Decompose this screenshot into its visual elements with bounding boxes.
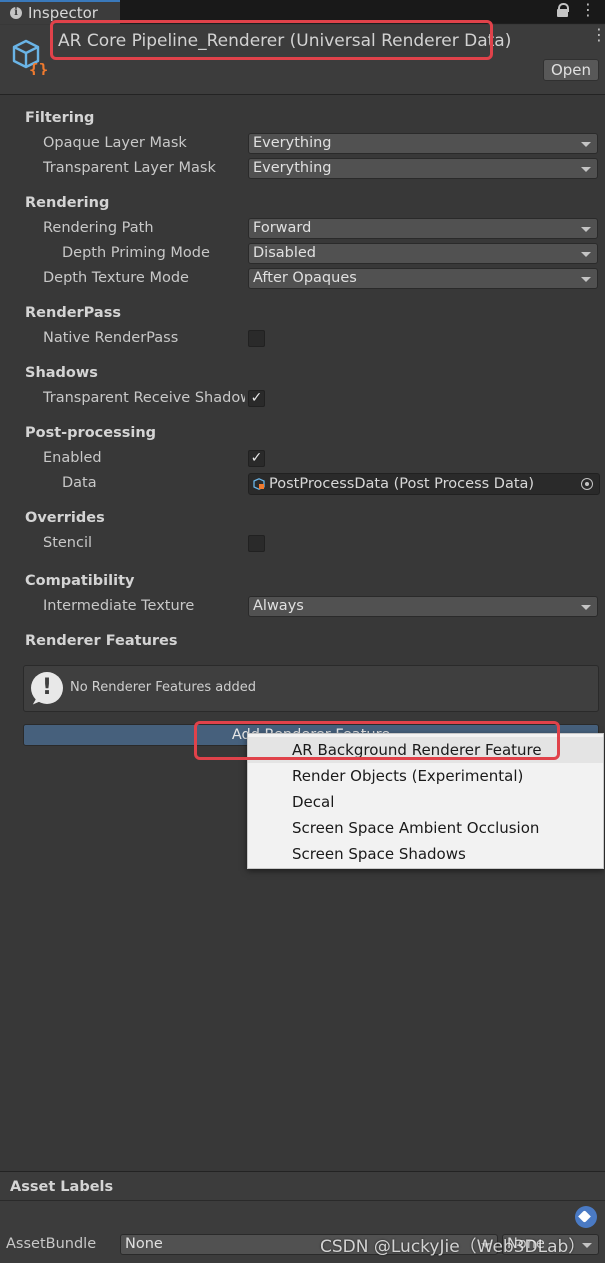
section-rendering-title: Rendering (25, 195, 110, 211)
more-menu-icon[interactable]: ⋮ (580, 2, 596, 18)
depth-texture-mode-value: After Opaques (253, 270, 357, 286)
dropdown-arrow-icon (581, 605, 591, 610)
section-compatibility-title: Compatibility (25, 573, 135, 589)
depth-priming-mode-value: Disabled (253, 245, 316, 261)
stencil-label: Stencil (43, 535, 93, 551)
warning-icon: ! (31, 672, 63, 704)
dropdown-arrow-icon (581, 167, 591, 172)
label-tag-icon[interactable] (575, 1206, 597, 1228)
assetbundle-value: None (125, 1236, 163, 1252)
no-features-helpbox: ! No Renderer Features added (23, 665, 599, 712)
dropdown-arrow-icon (581, 227, 591, 232)
menu-item-ar-background-renderer-feature[interactable]: AR Background Renderer Feature (248, 737, 603, 763)
intermediate-texture-value: Always (253, 598, 304, 614)
open-button[interactable]: Open (543, 59, 599, 81)
depth-priming-mode-dropdown[interactable]: Disabled (248, 243, 598, 264)
opaque-layer-mask-value: Everything (253, 135, 332, 151)
object-picker-icon[interactable] (581, 478, 593, 490)
postprocessing-data-field[interactable]: PostProcessData (Post Process Data) (248, 473, 600, 495)
transparent-receive-shadows-checkbox[interactable]: ✓ (248, 390, 265, 407)
dropdown-arrow-icon (581, 252, 591, 257)
info-icon: i (10, 7, 22, 19)
asset-labels-title: Asset Labels (10, 1179, 114, 1195)
intermediate-texture-dropdown[interactable]: Always (248, 596, 598, 617)
rendering-path-label: Rendering Path (43, 220, 154, 236)
menu-item-render-objects[interactable]: Render Objects (Experimental) (248, 763, 603, 789)
menu-item-decal[interactable]: Decal (248, 789, 603, 815)
section-overrides-title: Overrides (25, 510, 105, 526)
tab-inspector[interactable]: i Inspector (0, 0, 120, 24)
assetbundle-label: AssetBundle (6, 1236, 97, 1252)
divider (0, 1200, 605, 1201)
opaque-layer-mask-label: Opaque Layer Mask (43, 135, 187, 151)
scriptable-object-icon (253, 478, 265, 490)
native-renderpass-label: Native RenderPass (43, 330, 179, 346)
section-shadows-title: Shadows (25, 365, 98, 381)
transparent-receive-shadows-label: Transparent Receive Shadows (43, 390, 245, 406)
section-postprocessing-title: Post-processing (25, 425, 157, 441)
opaque-layer-mask-dropdown[interactable]: Everything (248, 133, 598, 154)
no-features-message: No Renderer Features added (70, 680, 257, 695)
postprocessing-data-label: Data (62, 475, 97, 491)
transparent-layer-mask-value: Everything (253, 160, 332, 176)
native-renderpass-checkbox[interactable] (248, 330, 265, 347)
section-renderer-features-title: Renderer Features (25, 633, 178, 649)
menu-item-screen-space-shadows[interactable]: Screen Space Shadows (248, 841, 603, 867)
svg-text:{}: {} (29, 60, 48, 75)
inspector-header: {} AR Core Pipeline_Renderer (Universal … (0, 25, 605, 95)
postprocessing-enabled-checkbox[interactable]: ✓ (248, 450, 265, 467)
postprocessing-enabled-label: Enabled (43, 450, 102, 466)
section-filtering-title: Filtering (25, 110, 95, 126)
intermediate-texture-label: Intermediate Texture (43, 598, 195, 614)
tab-inspector-label: Inspector (28, 4, 98, 22)
add-feature-popup-menu: AR Background Renderer Feature Render Ob… (247, 733, 604, 869)
menu-item-ssao[interactable]: Screen Space Ambient Occlusion (248, 815, 603, 841)
dropdown-arrow-icon (581, 142, 591, 147)
window-tab-bar: i Inspector ⋮ (0, 0, 605, 24)
rendering-path-value: Forward (253, 220, 312, 236)
asset-title: AR Core Pipeline_Renderer (Universal Ren… (58, 31, 512, 51)
section-renderpass-title: RenderPass (25, 305, 121, 321)
lock-icon[interactable] (557, 3, 569, 17)
rendering-path-dropdown[interactable]: Forward (248, 218, 598, 239)
dropdown-arrow-icon (581, 277, 591, 282)
postprocessing-data-value: PostProcessData (Post Process Data) (269, 476, 535, 492)
watermark-text: CSDN @LuckyJie（Web3DLab） (320, 1237, 586, 1257)
header-more-icon[interactable]: ⋮ (591, 27, 605, 43)
renderer-data-asset-icon: {} (12, 39, 48, 75)
depth-texture-mode-label: Depth Texture Mode (43, 270, 189, 286)
transparent-layer-mask-dropdown[interactable]: Everything (248, 158, 598, 179)
transparent-layer-mask-label: Transparent Layer Mask (43, 160, 216, 176)
stencil-checkbox[interactable] (248, 535, 265, 552)
tab-tools: ⋮ (557, 2, 596, 18)
depth-texture-mode-dropdown[interactable]: After Opaques (248, 268, 598, 289)
depth-priming-mode-label: Depth Priming Mode (62, 245, 210, 261)
